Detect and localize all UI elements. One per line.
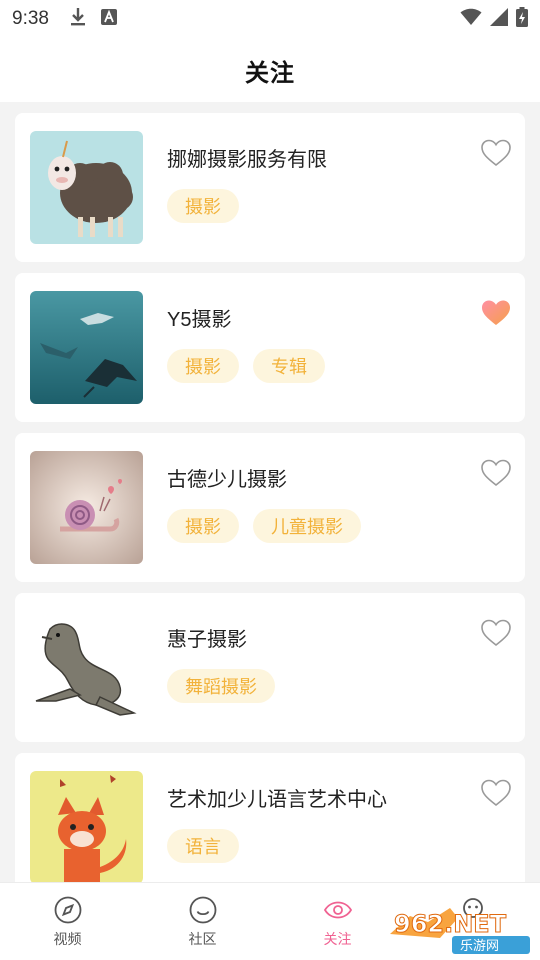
tag[interactable]: 儿童摄影: [253, 509, 361, 543]
account-name[interactable]: Y5摄影: [167, 303, 231, 332]
watermark-subtext: 乐游网: [460, 939, 499, 954]
page-title: 关注: [245, 59, 295, 87]
sea-lion-illustration[interactable]: [30, 611, 143, 724]
manta-rays-illustration[interactable]: [30, 291, 143, 404]
keyboard-a-icon: [100, 8, 117, 30]
watermark-text: 962.NET: [394, 910, 507, 938]
status-time: 9:38: [12, 8, 49, 29]
tab-label: 视频: [53, 931, 82, 947]
heart-outline-icon[interactable]: [481, 139, 511, 167]
smile-icon: [188, 895, 218, 925]
tag-list: 语言: [167, 829, 239, 863]
tag[interactable]: 摄影: [167, 189, 239, 223]
followed-card[interactable]: 挪娜摄影服务有限 摄影: [15, 113, 525, 262]
compass-icon: [53, 895, 83, 925]
tag[interactable]: 摄影: [167, 349, 239, 383]
download-icon: [69, 7, 87, 32]
watermark-logo: 962.NET 乐游网: [386, 896, 534, 956]
signal-icon: [490, 7, 508, 31]
account-name[interactable]: 艺术加少儿语言艺术中心: [167, 783, 387, 812]
tag-list: 摄影 专辑: [167, 349, 325, 383]
snail-illustration[interactable]: [30, 451, 143, 564]
tag-list: 舞蹈摄影: [167, 669, 275, 703]
followed-card[interactable]: 古德少儿摄影 摄影 儿童摄影: [15, 433, 525, 582]
battery-charging-icon: [516, 6, 528, 32]
heart-outline-icon[interactable]: [481, 619, 511, 647]
account-name[interactable]: 挪娜摄影服务有限: [167, 143, 327, 172]
heart-outline-icon[interactable]: [481, 779, 511, 807]
heart-filled-icon[interactable]: [481, 299, 511, 327]
tab-video[interactable]: 视频: [0, 883, 135, 960]
status-bar: 9:38: [0, 0, 540, 38]
account-name[interactable]: 古德少儿摄影: [167, 463, 287, 492]
tab-following[interactable]: 关注: [270, 883, 405, 960]
tab-community[interactable]: 社区: [135, 883, 270, 960]
tab-label: 关注: [323, 931, 352, 947]
fox-illustration[interactable]: [30, 771, 143, 882]
tab-label: 社区: [188, 931, 217, 947]
tag[interactable]: 摄影: [167, 509, 239, 543]
heart-outline-icon[interactable]: [481, 459, 511, 487]
tag[interactable]: 语言: [167, 829, 239, 863]
followed-card[interactable]: Y5摄影 摄影 专辑: [15, 273, 525, 422]
followed-list[interactable]: 挪娜摄影服务有限 摄影 Y5摄影 摄影 专辑 古德少儿摄影 摄影 儿童摄影 惠子…: [0, 102, 540, 882]
sheep-illustration[interactable]: [30, 131, 143, 244]
tag[interactable]: 专辑: [253, 349, 325, 383]
tag-list: 摄影: [167, 189, 239, 223]
tag-list: 摄影 儿童摄影: [167, 509, 361, 543]
page-header: 关注: [0, 38, 540, 102]
followed-card[interactable]: 艺术加少儿语言艺术中心 语言: [15, 753, 525, 882]
tag[interactable]: 舞蹈摄影: [167, 669, 275, 703]
account-name[interactable]: 惠子摄影: [167, 623, 247, 652]
eye-icon: [323, 895, 353, 925]
followed-card[interactable]: 惠子摄影 舞蹈摄影: [15, 593, 525, 742]
wifi-icon: [460, 8, 482, 31]
